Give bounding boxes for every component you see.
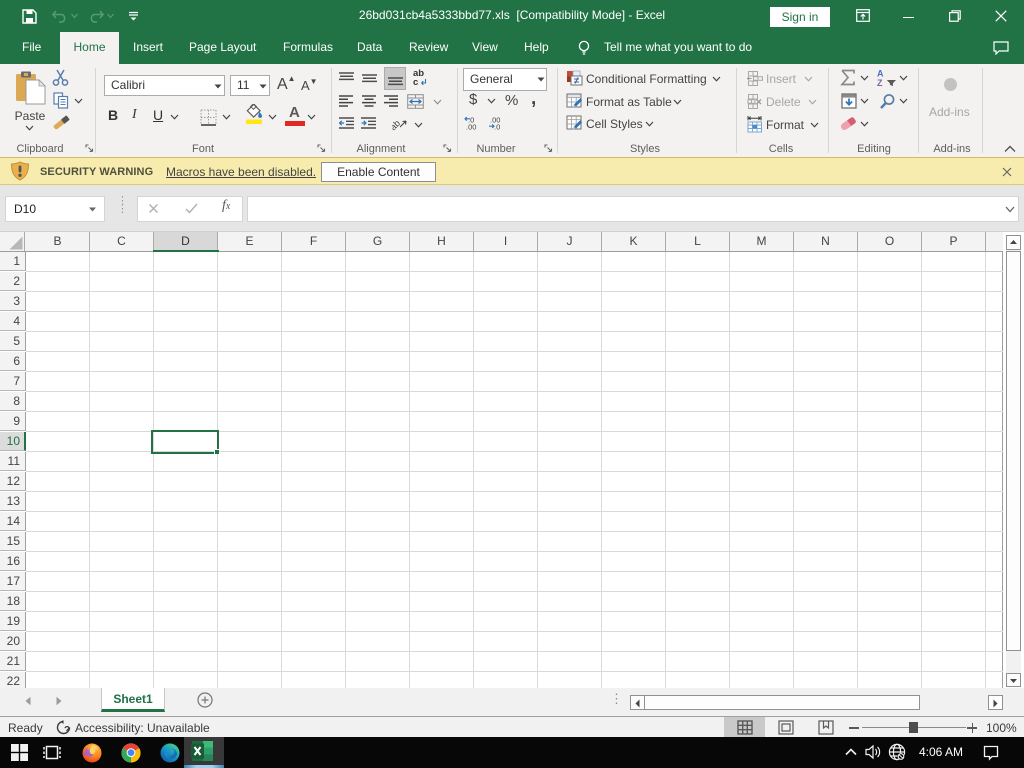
- svg-text:.00: .00: [466, 123, 476, 131]
- svg-text:ab: ab: [392, 118, 402, 131]
- svg-text:?: ?: [64, 725, 70, 735]
- svg-text:c: c: [413, 77, 418, 87]
- svg-text:A: A: [877, 69, 884, 79]
- svg-text:Z: Z: [877, 78, 883, 87]
- svg-text:.0: .0: [494, 123, 500, 131]
